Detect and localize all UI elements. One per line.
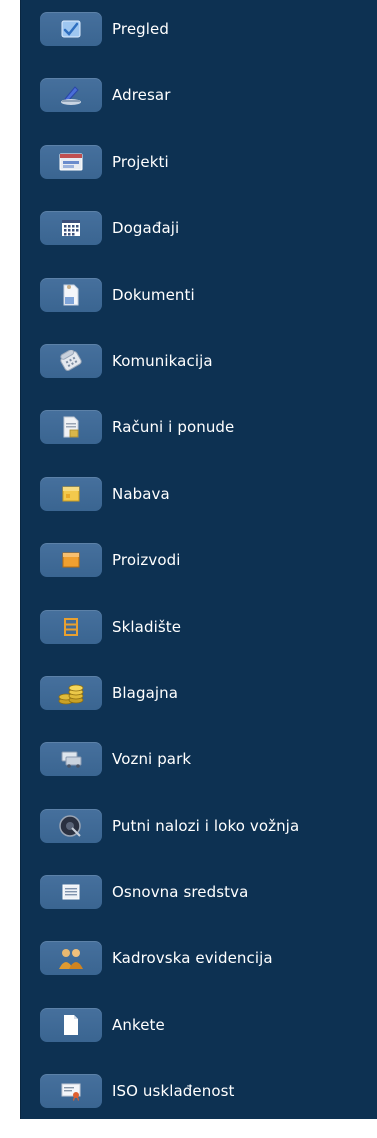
people-icon (40, 941, 102, 976)
menu-item-label: Komunikacija (112, 351, 213, 370)
menu-item-label: Kadrovska evidencija (112, 949, 273, 968)
menu-item-label: ISO usklađenost (112, 1082, 235, 1101)
menu-item-dogadaji[interactable]: Događaji (21, 208, 377, 274)
menu-item-projekti[interactable]: Projekti (21, 142, 377, 208)
menu-item-putni-nalozi[interactable]: Putni nalozi i loko vožnja (21, 806, 377, 872)
menu-item-proizvodi[interactable]: Proizvodi (21, 540, 377, 606)
menu-item-komunikacija[interactable]: Komunikacija (21, 341, 377, 407)
address-book-icon (40, 78, 102, 113)
menu-item-label: Ankete (112, 1015, 165, 1034)
phone-icon (40, 343, 102, 378)
warehouse-icon (40, 609, 102, 644)
menu-item-adresar[interactable]: Adresar (21, 75, 377, 141)
coins-icon (40, 675, 102, 710)
menu-item-ankete[interactable]: Ankete (21, 1005, 377, 1071)
menu-item-label: Računi i ponude (112, 418, 235, 437)
invoice-icon (40, 410, 102, 445)
products-icon (40, 543, 102, 578)
menu-item-blagajna[interactable]: Blagajna (21, 673, 377, 739)
assets-icon (40, 875, 102, 910)
menu-item-label: Putni nalozi i loko vožnja (112, 816, 300, 835)
projects-icon (40, 144, 102, 179)
sidebar: Pregled Adresar Projekti Događaji Dokume… (20, 0, 377, 1119)
menu-item-label: Proizvodi (112, 551, 181, 570)
vehicle-icon (40, 742, 102, 777)
menu-item-label: Događaji (112, 219, 180, 238)
overview-icon (40, 12, 102, 46)
menu-item-racuni-i-ponude[interactable]: Računi i ponude (21, 407, 377, 473)
menu-item-label: Vozni park (112, 750, 192, 769)
travel-order-icon (40, 808, 102, 843)
survey-icon (40, 1007, 102, 1042)
procurement-icon (40, 476, 102, 511)
menu-item-label: Dokumenti (112, 285, 195, 304)
menu-item-skladiste[interactable]: Skladište (21, 607, 377, 673)
menu-item-label: Projekti (112, 152, 169, 171)
menu-item-label: Skladište (112, 617, 182, 636)
menu-item-osnovna-sredstva[interactable]: Osnovna sredstva (21, 872, 377, 938)
menu-item-label: Blagajna (112, 683, 179, 702)
menu-item-label: Osnovna sredstva (112, 883, 249, 902)
calendar-icon (40, 211, 102, 246)
menu-item-label: Nabava (112, 484, 170, 503)
menu-item-pregled[interactable]: Pregled (21, 9, 377, 75)
certificate-icon (40, 1074, 102, 1109)
menu-item-vozni-park[interactable]: Vozni park (21, 739, 377, 805)
documents-icon (40, 277, 102, 312)
menu-item-nabava[interactable]: Nabava (21, 474, 377, 540)
menu-list: Pregled Adresar Projekti Događaji Dokume… (21, 9, 377, 1138)
menu-item-kadrovska-evidencija[interactable]: Kadrovska evidencija (21, 938, 377, 1004)
menu-item-dokumenti[interactable]: Dokumenti (21, 275, 377, 341)
menu-item-label: Pregled (112, 20, 169, 38)
menu-item-label: Adresar (112, 86, 171, 105)
menu-item-iso-uskladenost[interactable]: ISO usklađenost (21, 1071, 377, 1137)
